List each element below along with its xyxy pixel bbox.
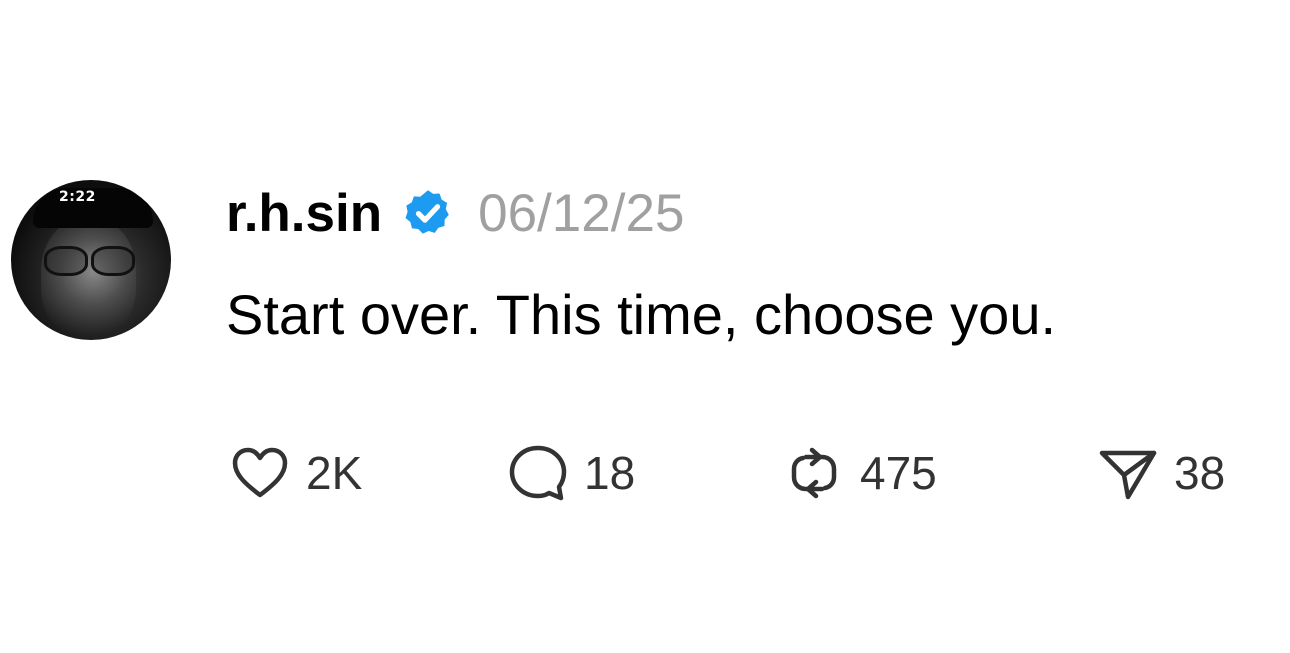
speech-bubble-icon: [509, 445, 567, 501]
avatar-face: [41, 218, 136, 336]
avatar-glasses-right: [91, 246, 135, 276]
avatar-glasses-left: [44, 246, 88, 276]
repost-button[interactable]: 475: [782, 438, 937, 508]
like-button[interactable]: 2K: [228, 438, 362, 508]
post-date: 06/12/25: [478, 183, 685, 243]
post-header: r.h.sin 06/12/25: [226, 178, 684, 248]
like-count: 2K: [306, 447, 363, 499]
heart-icon: [232, 447, 288, 498]
repost-count: 475: [860, 447, 937, 499]
paper-plane-icon: [1099, 450, 1157, 500]
share-button[interactable]: 38: [1096, 438, 1225, 508]
avatar-cap-text: 2:22: [59, 189, 96, 205]
share-count: 38: [1174, 447, 1226, 499]
avatar[interactable]: 2:22: [11, 180, 171, 340]
post-card: 2:22 r.h.sin 06/12/25 Start over. This t…: [0, 0, 1290, 653]
username[interactable]: r.h.sin: [226, 183, 382, 244]
repost-icon: [791, 447, 837, 499]
post-text: Start over. This time, choose you.: [226, 283, 1057, 346]
verified-badge-icon: [405, 190, 449, 234]
action-bar: 2K 18 475 38: [0, 438, 1290, 508]
reply-count: 18: [584, 447, 636, 499]
reply-button[interactable]: 18: [506, 438, 635, 508]
